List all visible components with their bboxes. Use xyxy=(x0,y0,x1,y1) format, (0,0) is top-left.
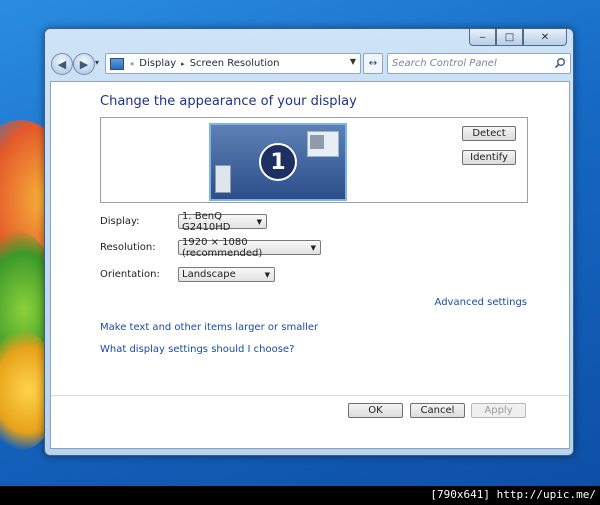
caption-buttons: ‒ □ ✕ xyxy=(469,29,567,47)
resolution-select[interactable]: 1920 × 1080 (recommended) ▼ xyxy=(178,237,321,259)
breadcrumb-screen-resolution[interactable]: Screen Resolution xyxy=(187,58,283,69)
close-button[interactable]: ✕ xyxy=(523,29,567,46)
back-button[interactable]: ◀ xyxy=(51,53,73,75)
display-help-link[interactable]: What display settings should I choose? xyxy=(100,344,294,355)
divider xyxy=(51,395,569,396)
maximize-button[interactable]: □ xyxy=(496,29,523,46)
identify-button[interactable]: Identify xyxy=(462,150,516,165)
refresh-button[interactable]: ↔ xyxy=(363,53,383,74)
chevron-right-icon[interactable]: ▸ xyxy=(179,60,187,68)
display-select-value: 1. BenQ G2410HD xyxy=(182,210,231,233)
search-input[interactable] xyxy=(392,56,542,70)
search-icon[interactable] xyxy=(554,57,566,69)
orientation-select-value: Landscape xyxy=(182,269,236,280)
chevron-down-icon[interactable]: ▼ xyxy=(350,57,356,66)
image-credit: [790x641] http://upic.me/ xyxy=(430,488,596,501)
forward-button[interactable]: ▶ xyxy=(73,53,95,75)
resolution-label: Resolution: xyxy=(100,242,156,253)
resolution-select-value: 1920 × 1080 (recommended) xyxy=(182,236,263,259)
screen-resolution-window: ‒ □ ✕ ◀ ▶ ▾ « Display ▸ Screen Resolutio… xyxy=(44,28,574,456)
orientation-label: Orientation: xyxy=(100,269,160,280)
ok-button[interactable]: OK xyxy=(348,403,403,418)
address-bar[interactable]: « Display ▸ Screen Resolution ▼ xyxy=(105,53,361,74)
monitor-number-badge: 1 xyxy=(259,143,297,181)
minimize-button[interactable]: ‒ xyxy=(469,29,496,46)
cancel-button[interactable]: Cancel xyxy=(410,403,465,418)
content-area: Change the appearance of your display 1 … xyxy=(50,81,570,449)
gadget-thumbnail-icon xyxy=(215,165,231,193)
advanced-settings-link[interactable]: Advanced settings xyxy=(435,297,527,308)
monitor-arrangement-panel: 1 Detect Identify xyxy=(100,117,528,203)
text-size-link[interactable]: Make text and other items larger or smal… xyxy=(100,322,318,333)
navigation-bar: ◀ ▶ ▾ « Display ▸ Screen Resolution ▼ ↔ xyxy=(49,53,571,75)
breadcrumb-overflow[interactable]: « xyxy=(128,60,136,68)
recent-pages-dropdown[interactable]: ▾ xyxy=(95,58,99,67)
monitor-preview[interactable]: 1 xyxy=(209,123,347,201)
detect-button[interactable]: Detect xyxy=(462,126,516,141)
control-panel-icon xyxy=(110,57,124,70)
search-box[interactable] xyxy=(387,53,571,74)
apply-button[interactable]: Apply xyxy=(471,403,526,418)
chevron-down-icon: ▼ xyxy=(264,271,270,279)
orientation-select[interactable]: Landscape ▼ xyxy=(178,267,275,282)
chevron-down-icon: ▼ xyxy=(256,218,262,226)
display-select[interactable]: 1. BenQ G2410HD ▼ xyxy=(178,211,267,233)
page-title: Change the appearance of your display xyxy=(100,94,357,109)
window-thumbnail-icon xyxy=(307,131,339,157)
display-label: Display: xyxy=(100,216,140,227)
breadcrumb-display[interactable]: Display xyxy=(136,58,179,69)
chevron-down-icon: ▼ xyxy=(310,244,316,252)
